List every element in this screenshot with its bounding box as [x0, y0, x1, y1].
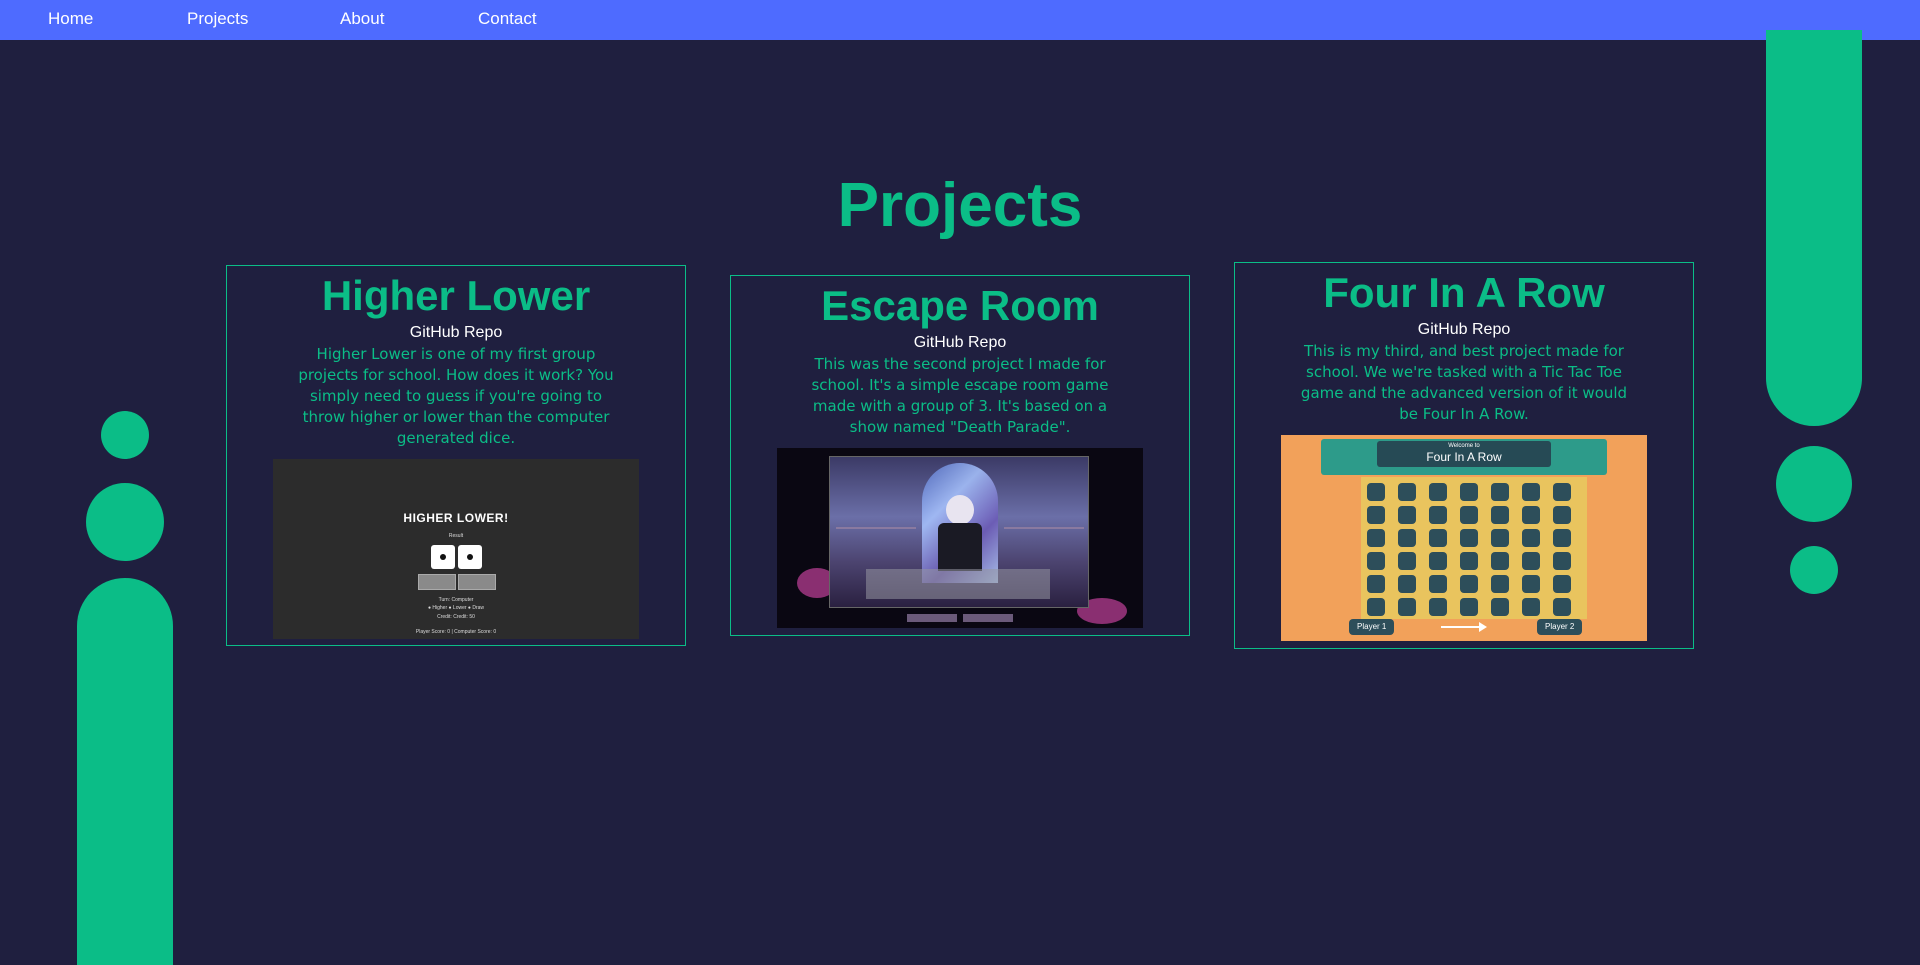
- screenshot-scene: [829, 456, 1089, 609]
- project-title: Escape Room: [821, 282, 1099, 329]
- board-cell: [1367, 598, 1385, 617]
- board-cell: [1367, 483, 1385, 502]
- board-cell: [1367, 529, 1385, 548]
- board-cell: [1553, 575, 1571, 594]
- board-cell: [1398, 483, 1416, 502]
- board-cell: [1522, 483, 1540, 502]
- board-cell: [1367, 575, 1385, 594]
- scene-button: [963, 614, 1013, 623]
- project-card-four-in-a-row: Four In A Row GitHub Repo This is my thi…: [1234, 262, 1694, 649]
- board-cell: [1553, 506, 1571, 525]
- die-icon: [458, 545, 482, 570]
- nav-link-about[interactable]: About: [340, 9, 384, 29]
- project-title: Higher Lower: [321, 272, 591, 319]
- project-description: This was the second project I made for s…: [811, 355, 1109, 437]
- screenshot-result-label: Result: [448, 533, 464, 540]
- board-cell: [1429, 552, 1447, 571]
- decor-circle-small-left: [101, 411, 149, 459]
- player-1-label: Player 1: [1349, 619, 1395, 636]
- screenshot-welcome-title: Four In A Row: [1426, 450, 1502, 465]
- board-cell: [1553, 529, 1571, 548]
- board-cell: [1460, 529, 1478, 548]
- github-repo-link[interactable]: GitHub Repo: [731, 334, 1189, 352]
- board-cell: [1522, 598, 1540, 617]
- board-cell: [1429, 483, 1447, 502]
- board-cell: [1429, 506, 1447, 525]
- board-cell: [1522, 552, 1540, 571]
- page: Home Projects About Contact Projects Hig…: [0, 0, 1920, 965]
- board-cell: [1460, 575, 1478, 594]
- board-cell: [1460, 552, 1478, 571]
- die-icon: [431, 545, 455, 570]
- board-cell: [1553, 483, 1571, 502]
- screenshot-button: [418, 574, 456, 591]
- screenshot-heading: HIGHER LOWER!: [403, 511, 509, 526]
- board-cell: [1491, 575, 1509, 594]
- project-screenshot[interactable]: Welcome to Four In A Row Player 1 Player…: [1281, 435, 1647, 642]
- screenshot-options: ● Higher ● Lower ● Draw: [427, 605, 485, 612]
- decor-circle-small-right: [1790, 546, 1838, 594]
- board-cell: [1367, 506, 1385, 525]
- project-description: Higher Lower is one of my first group pr…: [298, 345, 614, 448]
- nav-link-contact[interactable]: Contact: [478, 9, 537, 29]
- board-cell: [1398, 552, 1416, 571]
- github-repo-link[interactable]: GitHub Repo: [1235, 321, 1693, 339]
- board-cell: [1398, 575, 1416, 594]
- screenshot-turn: Turn: Computer: [438, 597, 474, 604]
- project-card-escape-room: Escape Room GitHub Repo This was the sec…: [730, 275, 1190, 636]
- player-2-label: Player 2: [1537, 619, 1583, 636]
- decor-circle-medium-right: [1776, 446, 1852, 522]
- screenshot-button: [458, 574, 496, 591]
- board-cell: [1429, 598, 1447, 617]
- board-cell: [1398, 529, 1416, 548]
- screenshot-welcome-small: Welcome to: [1448, 443, 1480, 450]
- board-cell: [1491, 483, 1509, 502]
- screenshot-credit: Credit: Credit: 50: [437, 614, 475, 621]
- board-cell: [1460, 483, 1478, 502]
- project-title: Four In A Row: [1323, 269, 1605, 316]
- project-card-higher-lower: Higher Lower GitHub Repo Higher Lower is…: [226, 265, 686, 646]
- board-cell: [1522, 529, 1540, 548]
- board-cell: [1367, 552, 1385, 571]
- board-cell: [1429, 529, 1447, 548]
- nav-link-projects[interactable]: Projects: [187, 9, 248, 29]
- project-screenshot[interactable]: HIGHER LOWER! Result Turn: Computer ● Hi…: [273, 459, 639, 640]
- github-repo-link[interactable]: GitHub Repo: [227, 324, 685, 342]
- screenshot-welcome: Welcome to Four In A Row: [1377, 441, 1551, 468]
- board-cell: [1398, 598, 1416, 617]
- scene-shelf: [1004, 527, 1084, 530]
- nav-link-home[interactable]: Home: [48, 9, 93, 29]
- game-board: [1361, 477, 1587, 620]
- arrow-right-icon: [1441, 622, 1487, 633]
- board-cell: [1491, 529, 1509, 548]
- decor-pill-left: [77, 578, 173, 965]
- board-cell: [1429, 575, 1447, 594]
- board-cell: [1553, 552, 1571, 571]
- scene-dialog-box: [866, 569, 1050, 600]
- board-cell: [1491, 598, 1509, 617]
- board-cell: [1398, 506, 1416, 525]
- board-cell: [1460, 598, 1478, 617]
- page-title: Projects: [837, 171, 1083, 240]
- top-navbar: Home Projects About Contact: [0, 0, 1920, 40]
- board-cell: [1522, 506, 1540, 525]
- decor-circle-medium-left: [86, 483, 164, 561]
- scene-character-body: [938, 523, 982, 572]
- board-cell: [1491, 506, 1509, 525]
- board-cell: [1491, 552, 1509, 571]
- board-cell: [1522, 575, 1540, 594]
- screenshot-score: Player Score: 0 | Computer Score: 0: [415, 629, 497, 636]
- project-description: This is my third, and best project made …: [1300, 342, 1628, 424]
- scene-shelf: [836, 527, 916, 530]
- board-cell: [1460, 506, 1478, 525]
- board-cell: [1553, 598, 1571, 617]
- scene-button: [907, 614, 957, 623]
- project-screenshot[interactable]: [777, 448, 1143, 629]
